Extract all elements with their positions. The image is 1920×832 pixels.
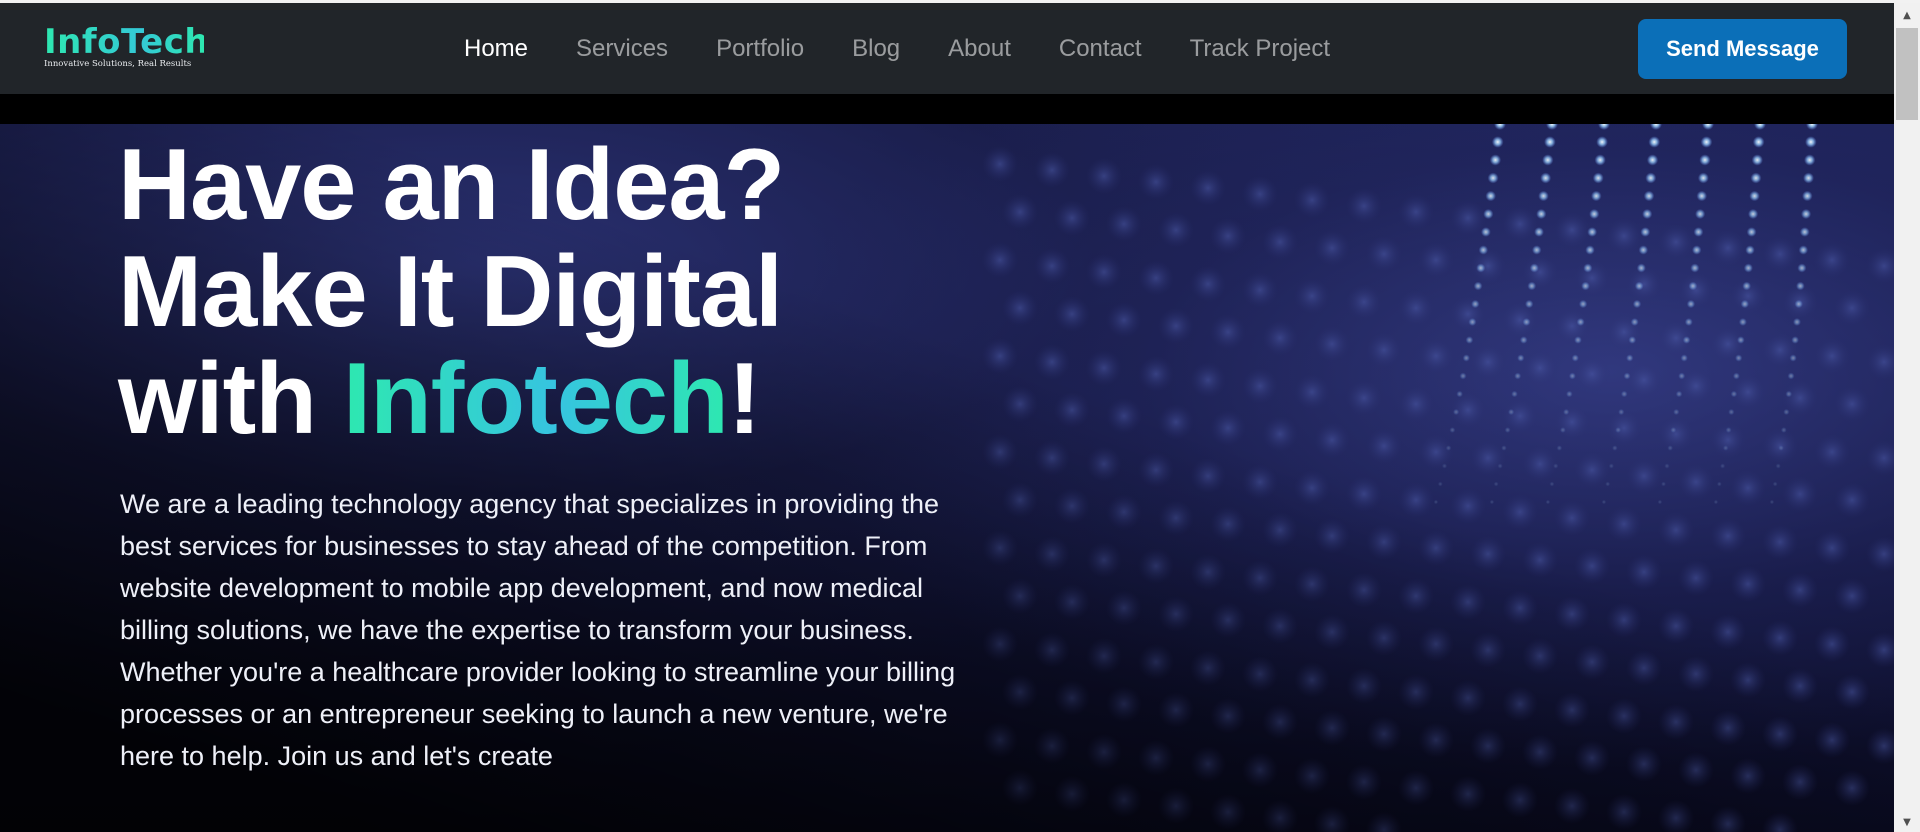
hero-title-line-3-prefix: with bbox=[118, 343, 344, 455]
hero-title: Have an Idea? Make It Digital with Infot… bbox=[118, 132, 1018, 453]
main-nav: Home Services Portfolio Blog About Conta… bbox=[464, 3, 1378, 94]
scroll-up-arrow-icon[interactable]: ▲ bbox=[1894, 5, 1920, 25]
brand-name: InfoTech bbox=[44, 22, 210, 62]
hero-title-line-2: Make It Digital bbox=[118, 236, 783, 348]
nav-link-services[interactable]: Services bbox=[576, 35, 668, 63]
brand-tagline: Innovative Solutions, Real Results bbox=[44, 59, 192, 69]
hero-title-line-1: Have an Idea? bbox=[118, 129, 785, 241]
navbar-spacer bbox=[0, 94, 1894, 124]
navbar: InfoTech Innovative Solutions, Real Resu… bbox=[0, 3, 1894, 94]
page-scrollbar[interactable] bbox=[1894, 3, 1920, 832]
scrollbar-thumb[interactable] bbox=[1896, 28, 1918, 120]
nav-link-home[interactable]: Home bbox=[464, 35, 528, 63]
hero-title-brand-accent: Infotech bbox=[343, 343, 729, 455]
scroll-down-arrow-icon[interactable]: ▼ bbox=[1894, 812, 1920, 832]
hero-section: Have an Idea? Make It Digital with Infot… bbox=[0, 124, 1894, 832]
hero-description: We are a leading technology agency that … bbox=[120, 489, 956, 771]
send-message-button[interactable]: Send Message bbox=[1638, 19, 1847, 79]
nav-link-about[interactable]: About bbox=[948, 35, 1011, 63]
brand-logo[interactable]: InfoTech Innovative Solutions, Real Resu… bbox=[44, 22, 210, 73]
nav-link-track-project[interactable]: Track Project bbox=[1190, 35, 1330, 63]
nav-link-portfolio[interactable]: Portfolio bbox=[716, 35, 804, 63]
nav-link-blog[interactable]: Blog bbox=[852, 35, 900, 63]
nav-link-contact[interactable]: Contact bbox=[1059, 35, 1142, 63]
hero-title-line-3-suffix: ! bbox=[727, 343, 762, 455]
